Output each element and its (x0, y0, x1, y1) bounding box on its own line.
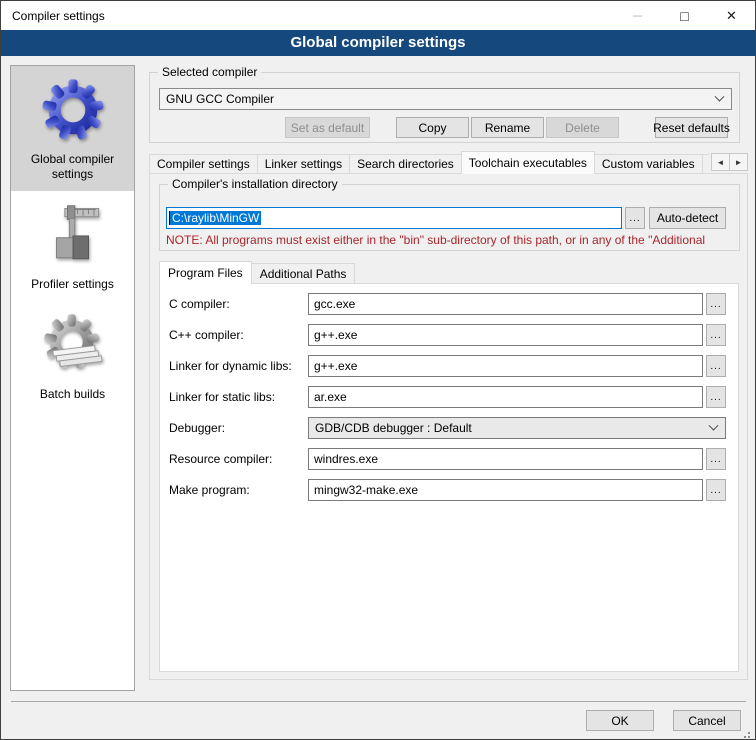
field-label: Linker for static libs: (169, 390, 308, 404)
bin-subdirectory-note: NOTE: All programs must exist either in … (166, 233, 734, 247)
compiler-buttons-row: Set as default Copy Rename Delete Reset … (285, 117, 728, 138)
tab-scroll-left-icon[interactable]: ◄ (711, 153, 730, 171)
copy-button[interactable]: Copy (396, 117, 469, 138)
tab-scroll-right-icon[interactable]: ► (729, 153, 748, 171)
sidebar-item-batch-builds[interactable]: Batch builds (11, 301, 134, 411)
field-value: gcc.exe (314, 297, 355, 311)
field-row-cpp-compiler: C++ compiler: g++.exe ... (169, 324, 726, 346)
tab-scroll-arrows: ◄ ► (712, 153, 748, 171)
batch-builds-gear-icon (38, 312, 108, 378)
field-label: Make program: (169, 483, 308, 497)
delete-button[interactable]: Delete (546, 117, 619, 138)
window-title: Compiler settings (1, 9, 105, 23)
blue-gear-icon (38, 77, 108, 143)
resource-compiler-input[interactable]: windres.exe (308, 448, 703, 470)
dynamic-linker-input[interactable]: g++.exe (308, 355, 703, 377)
page-title: Global compiler settings (1, 30, 755, 56)
sidebar-item-profiler-settings[interactable]: Profiler settings (11, 191, 134, 301)
compiler-select-value: GNU GCC Compiler (166, 92, 274, 106)
field-row-debugger: Debugger: GDB/CDB debugger : Default (169, 417, 726, 439)
c-compiler-input[interactable]: gcc.exe (308, 293, 703, 315)
sidebar-item-label: Batch builds (40, 387, 105, 402)
resource-compiler-browse-button[interactable]: ... (706, 448, 726, 470)
static-linker-input[interactable]: ar.exe (308, 386, 703, 408)
toolchain-executables-panel: Compiler's installation directory C:\ray… (149, 173, 748, 680)
group-legend: Selected compiler (158, 65, 261, 79)
debugger-select[interactable]: GDB/CDB debugger : Default (308, 417, 726, 439)
tab-toolchain-executables[interactable]: Toolchain executables (461, 151, 595, 174)
sidebar-item-label: Profiler settings (31, 277, 114, 292)
maximize-icon[interactable]: □ (661, 1, 708, 30)
tab-custom-variables[interactable]: Custom variables (594, 154, 703, 174)
tab-linker-settings[interactable]: Linker settings (257, 154, 350, 174)
installation-directory-row: C:\raylib\MinGW ... Auto-detect (166, 207, 726, 229)
group-legend: Compiler's installation directory (168, 177, 342, 191)
program-files-page: C compiler: gcc.exe ... C++ compiler: g+… (159, 283, 739, 672)
ok-button[interactable]: OK (586, 710, 654, 731)
window-titlebar: Compiler settings ─ □ ✕ (1, 1, 755, 30)
minimize-icon[interactable]: ─ (614, 1, 661, 30)
caliper-icon (38, 202, 108, 268)
compiler-select[interactable]: GNU GCC Compiler (159, 88, 732, 110)
program-files-tabbar: Program Files Additional Paths (159, 261, 354, 284)
sidebar-item-label: Global compiler settings (14, 152, 131, 182)
field-value: g++.exe (314, 359, 357, 373)
field-label: Linker for dynamic libs: (169, 359, 308, 373)
make-program-browse-button[interactable]: ... (706, 479, 726, 501)
field-value: g++.exe (314, 328, 357, 342)
resize-grip-icon[interactable] (748, 732, 750, 734)
static-linker-browse-button[interactable]: ... (706, 386, 726, 408)
reset-defaults-button[interactable]: Reset defaults (655, 117, 728, 138)
directory-browse-button[interactable]: ... (625, 207, 645, 229)
field-label: Resource compiler: (169, 452, 308, 466)
selected-compiler-group: Selected compiler GNU GCC Compiler Set a… (149, 72, 740, 143)
cpp-compiler-input[interactable]: g++.exe (308, 324, 703, 346)
set-as-default-button[interactable]: Set as default (285, 117, 370, 138)
settings-tabbar: Compiler settings Linker settings Search… (149, 151, 709, 174)
window-controls: ─ □ ✕ (614, 1, 755, 30)
field-label: Debugger: (169, 421, 308, 435)
cancel-button[interactable]: Cancel (673, 710, 741, 731)
field-label: C compiler: (169, 297, 308, 311)
main-panel: Selected compiler GNU GCC Compiler Set a… (149, 65, 749, 691)
tab-build-options-clipped[interactable]: Builc (702, 154, 709, 174)
rename-button[interactable]: Rename (471, 117, 544, 138)
close-icon[interactable]: ✕ (708, 1, 755, 30)
auto-detect-button[interactable]: Auto-detect (649, 207, 726, 229)
chevron-down-icon (709, 420, 719, 430)
field-value: ar.exe (314, 390, 347, 404)
sidebar-item-global-compiler-settings[interactable]: Global compiler settings (11, 66, 134, 191)
field-row-c-compiler: C compiler: gcc.exe ... (169, 293, 726, 315)
field-value: windres.exe (314, 452, 378, 466)
tab-additional-paths[interactable]: Additional Paths (251, 263, 356, 284)
tab-search-directories[interactable]: Search directories (349, 154, 462, 174)
debugger-select-value: GDB/CDB debugger : Default (315, 421, 472, 435)
field-value: mingw32-make.exe (314, 483, 418, 497)
make-program-input[interactable]: mingw32-make.exe (308, 479, 703, 501)
installation-directory-input[interactable]: C:\raylib\MinGW (166, 207, 622, 229)
footer-divider (11, 701, 746, 702)
field-row-make-program: Make program: mingw32-make.exe ... (169, 479, 726, 501)
dynamic-linker-browse-button[interactable]: ... (706, 355, 726, 377)
field-row-resource-compiler: Resource compiler: windres.exe ... (169, 448, 726, 470)
installation-directory-group: Compiler's installation directory C:\ray… (159, 184, 740, 251)
chevron-down-icon (715, 91, 725, 101)
directory-selected-text: C:\raylib\MinGW (170, 211, 261, 225)
settings-sidebar: Global compiler settings Profiler settin… (10, 65, 135, 691)
field-row-static-linker: Linker for static libs: ar.exe ... (169, 386, 726, 408)
cpp-compiler-browse-button[interactable]: ... (706, 324, 726, 346)
field-row-dynamic-linker: Linker for dynamic libs: g++.exe ... (169, 355, 726, 377)
field-label: C++ compiler: (169, 328, 308, 342)
compiler-settings-dialog: Compiler settings ─ □ ✕ Global compiler … (0, 0, 756, 740)
c-compiler-browse-button[interactable]: ... (706, 293, 726, 315)
tab-compiler-settings[interactable]: Compiler settings (149, 154, 258, 174)
tab-program-files[interactable]: Program Files (159, 261, 252, 284)
